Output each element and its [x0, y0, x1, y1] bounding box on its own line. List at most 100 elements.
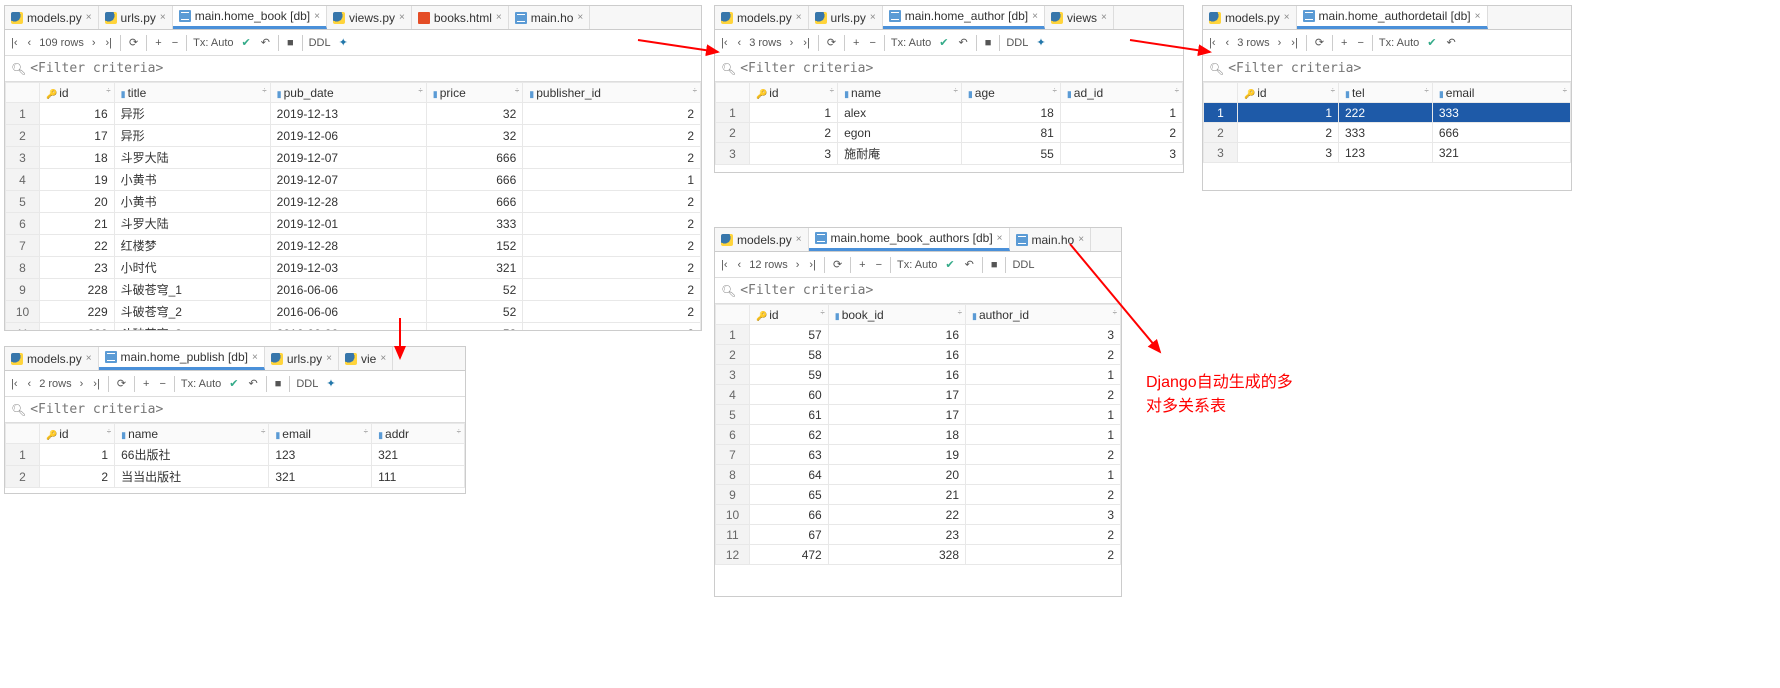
close-icon[interactable]: × [870, 12, 876, 23]
tab-main-home_book_authors-db-[interactable]: main.home_book_authors [db]× [809, 228, 1010, 251]
cell[interactable]: 2 [1060, 123, 1182, 143]
add-row-icon[interactable]: + [153, 37, 163, 49]
close-icon[interactable]: × [86, 353, 92, 364]
cell[interactable]: 异形 [114, 103, 270, 125]
cell[interactable]: 3 [750, 143, 838, 165]
cell[interactable]: 2 [523, 301, 701, 323]
cell[interactable]: 2 [966, 525, 1121, 545]
table-row[interactable]: 11alex181 [716, 103, 1183, 123]
cell[interactable]: 62 [750, 425, 829, 445]
cell[interactable]: 2 [523, 125, 701, 147]
table-row[interactable]: 419小黄书2019-12-076661 [6, 169, 701, 191]
table-row[interactable]: 124723282 [716, 545, 1121, 565]
cell[interactable]: 666 [426, 191, 522, 213]
cell[interactable]: 17 [828, 385, 965, 405]
cell[interactable]: 1 [966, 465, 1121, 485]
cell[interactable]: 333 [426, 213, 522, 235]
cell[interactable]: 52 [426, 279, 522, 301]
table-row[interactable]: 33123321 [1204, 143, 1571, 163]
close-icon[interactable]: × [1078, 234, 1084, 245]
cell[interactable]: 321 [1432, 143, 1570, 163]
cell[interactable]: 2 [523, 323, 701, 332]
add-row-icon[interactable]: + [851, 37, 861, 49]
cell[interactable]: 321 [426, 257, 522, 279]
cell[interactable]: 666 [1432, 123, 1570, 143]
table-row[interactable]: 763192 [716, 445, 1121, 465]
cell[interactable]: 60 [750, 385, 829, 405]
table-row[interactable]: 22当当出版社321111 [6, 466, 465, 488]
cell[interactable]: egon [838, 123, 962, 143]
add-row-icon[interactable]: + [1339, 37, 1349, 49]
cell[interactable]: 1 [966, 425, 1121, 445]
cell[interactable]: 1 [1060, 103, 1182, 123]
first-icon[interactable]: |‹ [9, 378, 20, 390]
cell[interactable]: 321 [372, 444, 465, 466]
cell[interactable]: 2 [750, 123, 838, 143]
filter-input[interactable] [30, 61, 695, 76]
table-row[interactable]: 10229斗破苍穹_22016-06-06522 [6, 301, 701, 323]
close-icon[interactable]: × [326, 353, 332, 364]
table-row[interactable]: 621斗罗大陆2019-12-013332 [6, 213, 701, 235]
commit-icon[interactable]: ✔ [937, 36, 950, 49]
cell[interactable]: 16 [40, 103, 115, 125]
cell[interactable]: 53 [426, 323, 522, 332]
column-header-tel[interactable]: ▮tel÷ [1339, 83, 1433, 103]
cell[interactable]: 斗破苍穹_1 [114, 279, 270, 301]
column-header-price[interactable]: ▮price÷ [426, 83, 522, 103]
cell[interactable]: 施耐庵 [838, 143, 962, 165]
table-row[interactable]: 359161 [716, 365, 1121, 385]
tab-models-py[interactable]: models.py× [1203, 6, 1297, 29]
refresh-icon[interactable]: ⟳ [831, 258, 844, 271]
rollback-icon[interactable]: ↶ [963, 258, 976, 271]
cell[interactable]: 21 [40, 213, 115, 235]
cell[interactable]: 2 [523, 191, 701, 213]
close-icon[interactable]: × [496, 12, 502, 23]
cell[interactable]: 1 [523, 169, 701, 191]
tx-mode[interactable]: Tx: Auto [193, 37, 233, 49]
table-row[interactable]: 22333666 [1204, 123, 1571, 143]
tx-mode[interactable]: Tx: Auto [181, 378, 221, 390]
remove-row-icon[interactable]: − [1355, 37, 1365, 49]
table-row[interactable]: 561171 [716, 405, 1121, 425]
cell[interactable]: 67 [750, 525, 829, 545]
cell[interactable]: 2 [1238, 123, 1339, 143]
column-header-age[interactable]: ▮age÷ [961, 83, 1060, 103]
refresh-icon[interactable]: ⟳ [825, 36, 838, 49]
cell[interactable]: 斗罗大陆 [114, 213, 270, 235]
table-row[interactable]: 1166出版社123321 [6, 444, 465, 466]
cell[interactable]: 228 [40, 279, 115, 301]
tab-main-home_author-db-[interactable]: main.home_author [db]× [883, 6, 1045, 29]
cell[interactable]: 2 [523, 257, 701, 279]
cell[interactable]: 123 [269, 444, 372, 466]
cell[interactable]: 52 [426, 301, 522, 323]
settings-icon[interactable]: ✦ [337, 36, 350, 49]
cell[interactable]: 64 [750, 465, 829, 485]
settings-icon[interactable]: ✦ [324, 377, 337, 390]
tab-urls-py[interactable]: urls.py× [809, 6, 883, 29]
stop-icon[interactable]: ■ [983, 37, 994, 49]
tab-urls-py[interactable]: urls.py× [99, 6, 173, 29]
cell[interactable]: 2 [966, 545, 1121, 565]
table-row[interactable]: 460172 [716, 385, 1121, 405]
first-icon[interactable]: |‹ [719, 37, 730, 49]
cell[interactable]: 2016-06-06 [270, 301, 426, 323]
stop-icon[interactable]: ■ [273, 378, 284, 390]
cell[interactable]: 472 [750, 545, 829, 565]
cell[interactable]: 1 [1238, 103, 1339, 123]
tab-models-py[interactable]: models.py× [715, 6, 809, 29]
ddl-button[interactable]: DDL [1006, 37, 1028, 49]
last-icon[interactable]: ›| [104, 37, 115, 49]
cell[interactable]: 22 [828, 505, 965, 525]
table-row[interactable]: 116异形2019-12-13322 [6, 103, 701, 125]
table-row[interactable]: 157163 [716, 325, 1121, 345]
commit-icon[interactable]: ✔ [240, 36, 253, 49]
cell[interactable]: 异形 [114, 125, 270, 147]
cell[interactable]: 16 [828, 365, 965, 385]
stop-icon[interactable]: ■ [989, 259, 1000, 271]
tab-models-py[interactable]: models.py× [715, 228, 809, 251]
rows-count[interactable]: 12 rows [749, 259, 788, 271]
rollback-icon[interactable]: ↶ [246, 377, 259, 390]
cell[interactable]: 666 [426, 169, 522, 191]
rollback-icon[interactable]: ↶ [259, 36, 272, 49]
rollback-icon[interactable]: ↶ [956, 36, 969, 49]
